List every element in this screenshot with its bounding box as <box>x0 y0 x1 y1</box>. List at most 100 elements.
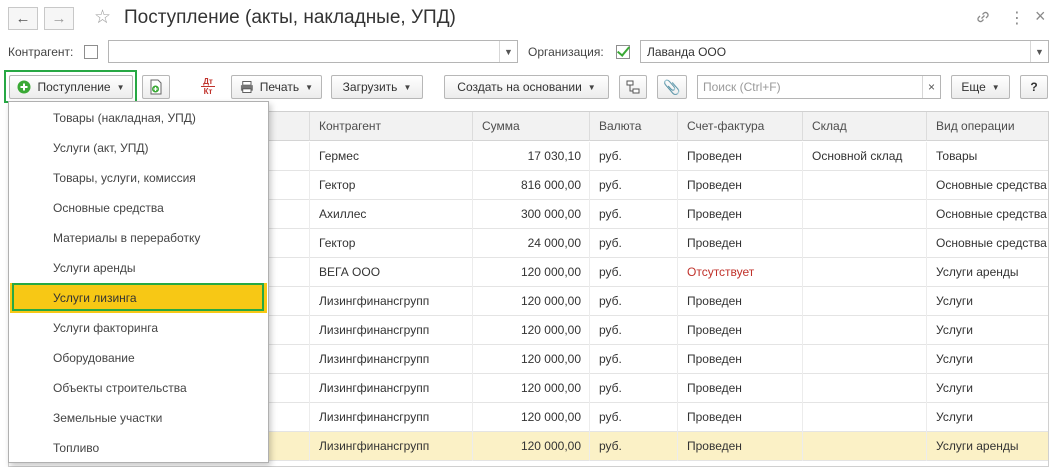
chevron-down-icon: ▼ <box>403 82 412 92</box>
search-input[interactable]: Поиск (Ctrl+F) × <box>697 75 941 99</box>
cell-sum: 120 000,00 <box>472 403 589 432</box>
back-button[interactable]: ← <box>8 7 38 30</box>
cell-sum: 17 030,10 <box>472 142 589 171</box>
cell-operation: Услуги аренды <box>926 258 1048 287</box>
cell-currency: руб. <box>589 374 677 403</box>
receipt-button-highlight <box>4 70 137 103</box>
cell-currency: руб. <box>589 316 677 345</box>
column-header-warehouse[interactable]: Склад <box>802 112 926 141</box>
cell-operation: Основные средства <box>926 200 1048 229</box>
cell-currency: руб. <box>589 229 677 258</box>
dtkt-bottom: Кт <box>201 86 215 96</box>
more-button[interactable]: Еще ▼ <box>951 75 1010 99</box>
more-button-label: Еще <box>961 80 986 94</box>
cell-operation: Услуги <box>926 403 1048 432</box>
attach-button[interactable]: 📎 <box>657 75 687 99</box>
print-button[interactable]: Печать ▼ <box>231 75 322 99</box>
chevron-down-icon[interactable]: ▼ <box>1030 41 1048 62</box>
cell-warehouse <box>802 200 926 229</box>
structure-button[interactable] <box>619 75 647 99</box>
cell-currency: руб. <box>589 403 677 432</box>
cell-invoice: Проведен <box>677 345 802 374</box>
cell-invoice: Проведен <box>677 200 802 229</box>
cell-warehouse <box>802 316 926 345</box>
menu-item[interactable]: Услуги (акт, УПД) <box>10 133 267 163</box>
cell-sum: 24 000,00 <box>472 229 589 258</box>
link-icon[interactable] <box>975 9 991 29</box>
arrow-left-icon: ← <box>15 10 31 27</box>
column-header-sum[interactable]: Сумма <box>472 112 589 141</box>
cell-invoice: Проведен <box>677 432 802 461</box>
more-vertical-icon[interactable]: ⋮ <box>1009 8 1025 28</box>
cell-operation: Товары <box>926 142 1048 171</box>
menu-item[interactable]: Объекты строительства <box>10 373 267 403</box>
counterparty-field[interactable]: ▼ <box>108 40 518 63</box>
counterparty-checkbox[interactable] <box>84 45 98 59</box>
upload-button[interactable]: Загрузить ▼ <box>331 75 423 99</box>
cell-invoice: Проведен <box>677 229 802 258</box>
menu-item[interactable]: Основные средства <box>10 193 267 223</box>
menu-item[interactable]: Топливо <box>10 433 267 463</box>
counterparty-label: Контрагент: <box>8 45 74 59</box>
cell-contractor: ВЕГА ООО <box>309 258 472 287</box>
menu-item[interactable]: Материалы в переработку <box>10 223 267 253</box>
cell-warehouse <box>802 287 926 316</box>
column-header-invoice[interactable]: Счет-фактура <box>677 112 802 141</box>
cell-warehouse <box>802 258 926 287</box>
column-header-contractor[interactable]: Контрагент <box>309 112 472 141</box>
search-clear-icon[interactable]: × <box>922 76 940 98</box>
cell-sum: 120 000,00 <box>472 345 589 374</box>
cell-warehouse <box>802 432 926 461</box>
cell-invoice: Проведен <box>677 287 802 316</box>
paperclip-icon: 📎 <box>663 78 681 95</box>
cell-invoice: Проведен <box>677 403 802 432</box>
chevron-down-icon[interactable]: ▼ <box>499 41 517 62</box>
cell-invoice: Проведен <box>677 142 802 171</box>
cell-sum: 816 000,00 <box>472 171 589 200</box>
arrow-right-icon: → <box>51 10 67 27</box>
cell-contractor: Гектор <box>309 229 472 258</box>
create-based-on-button[interactable]: Создать на основании ▼ <box>444 75 609 99</box>
cell-operation: Услуги <box>926 345 1048 374</box>
cell-currency: руб. <box>589 142 677 171</box>
page-title: Поступление (акты, накладные, УПД) <box>124 7 456 28</box>
cell-contractor: Лизингфинансгрупп <box>309 374 472 403</box>
cell-contractor: Гермес <box>309 142 472 171</box>
cell-currency: руб. <box>589 171 677 200</box>
cell-operation: Услуги <box>926 374 1048 403</box>
document-copy-icon <box>150 79 162 95</box>
menu-item[interactable]: Оборудование <box>10 343 267 373</box>
cell-invoice: Проведен <box>677 374 802 403</box>
menu-item[interactable]: Земельные участки <box>10 403 267 433</box>
organization-checkbox[interactable] <box>616 45 630 59</box>
organization-field[interactable]: Лаванда ООО ▼ <box>640 40 1049 63</box>
cell-sum: 120 000,00 <box>472 258 589 287</box>
cell-contractor: Лизингфинансгрупп <box>309 432 472 461</box>
column-header-operation[interactable]: Вид операции <box>926 112 1048 141</box>
forward-button[interactable]: → <box>44 7 74 30</box>
organization-value: Лаванда ООО <box>647 45 727 59</box>
menu-item[interactable]: Услуги факторинга <box>10 313 267 343</box>
cell-contractor: Ахиллес <box>309 200 472 229</box>
menu-item[interactable]: Товары, услуги, комиссия <box>10 163 267 193</box>
chevron-down-icon: ▼ <box>991 82 1000 92</box>
menu-item[interactable]: Товары (накладная, УПД) <box>10 103 267 133</box>
cell-contractor: Лизингфинансгрупп <box>309 287 472 316</box>
dtkt-icon[interactable]: Дт Кт <box>196 77 220 97</box>
star-icon[interactable]: ☆ <box>94 6 111 29</box>
copy-document-button[interactable] <box>142 75 170 99</box>
cell-warehouse <box>802 229 926 258</box>
organization-label: Организация: <box>528 45 604 59</box>
cell-currency: руб. <box>589 200 677 229</box>
cell-sum: 120 000,00 <box>472 316 589 345</box>
column-header-currency[interactable]: Валюта <box>589 112 677 141</box>
chevron-down-icon: ▼ <box>305 82 313 92</box>
close-icon[interactable]: × <box>1035 6 1046 27</box>
menu-item[interactable]: Услуги аренды <box>10 253 267 283</box>
help-button[interactable]: ? <box>1020 75 1048 99</box>
cell-sum: 120 000,00 <box>472 432 589 461</box>
cell-invoice: Проведен <box>677 171 802 200</box>
cell-operation: Услуги аренды <box>926 432 1048 461</box>
cell-operation: Основные средства <box>926 171 1048 200</box>
cell-warehouse: Основной склад <box>802 142 926 171</box>
